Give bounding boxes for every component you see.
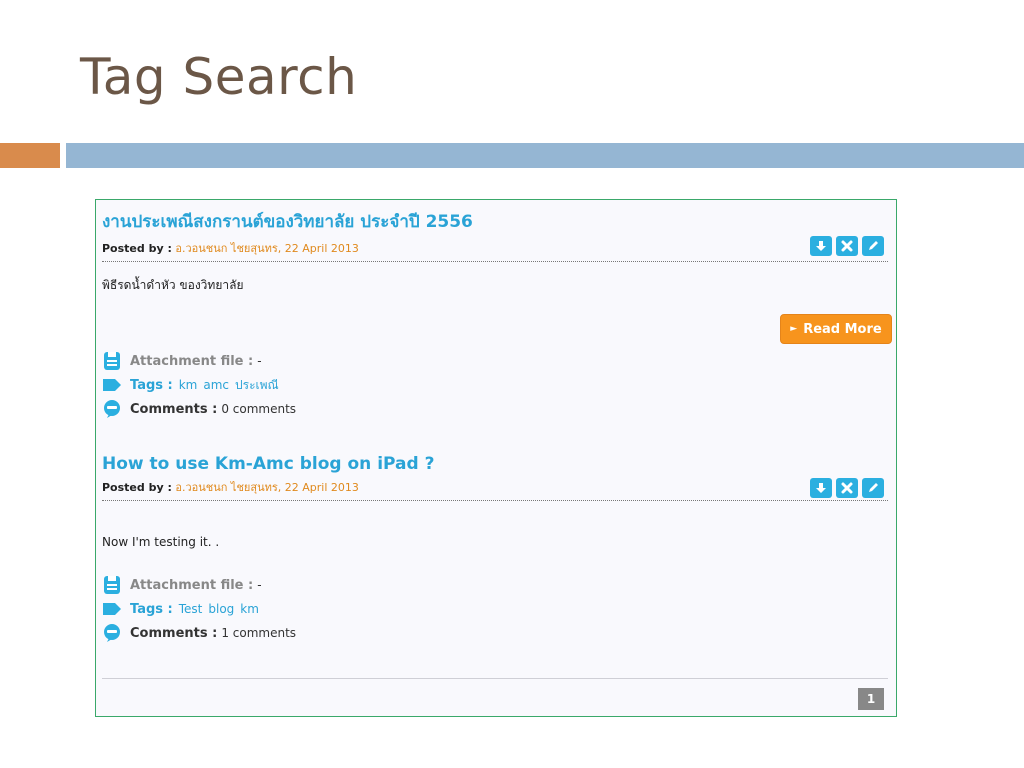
document-icon xyxy=(102,575,122,595)
tag-link[interactable]: blog xyxy=(208,602,234,616)
attachment-value: - xyxy=(257,578,262,592)
attachment-value: - xyxy=(257,354,262,368)
comment-bubble-icon xyxy=(102,399,122,419)
download-icon xyxy=(816,483,826,493)
tag-icon xyxy=(102,375,122,395)
tags-label: Tags : xyxy=(130,377,173,393)
tags-label: Tags : xyxy=(130,601,173,617)
accent-bar-orange xyxy=(0,143,60,168)
pagination-page-1[interactable]: 1 xyxy=(858,688,884,710)
post-actions xyxy=(810,478,884,498)
comment-bubble-icon xyxy=(102,623,122,643)
edit-icon xyxy=(869,483,878,492)
blog-post: งานประเพณีสงกรานต์ของวิทยาลัย ประจำปี 25… xyxy=(102,208,888,295)
posted-by-label: Posted by : xyxy=(102,242,172,255)
posted-by-line: Posted by : อ.วอนชนก ไชยสุนทร, 22 April … xyxy=(102,478,888,496)
edit-button[interactable] xyxy=(862,478,884,498)
download-button[interactable] xyxy=(810,478,832,498)
post-header-divider xyxy=(102,500,888,501)
post-body: Now I'm testing it. . xyxy=(102,535,220,549)
post-header-divider xyxy=(102,261,888,262)
tag-link[interactable]: km xyxy=(240,602,259,616)
comments-row: Comments : 1 comments xyxy=(102,622,296,644)
slide-title: Tag Search xyxy=(80,48,358,106)
attachment-row: Attachment file : - xyxy=(102,574,262,596)
tag-link[interactable]: ประเพณี xyxy=(235,376,279,395)
comments-row: Comments : 0 comments xyxy=(102,398,296,420)
pagination-divider xyxy=(102,678,888,679)
post-body: พิธีรดน้ำดำหัว ของวิทยาลัย xyxy=(102,278,244,292)
arrow-right-icon: ► xyxy=(790,324,798,334)
document-icon xyxy=(102,351,122,371)
edit-icon xyxy=(869,241,878,250)
tag-link[interactable]: amc xyxy=(203,378,229,392)
delete-icon xyxy=(841,240,853,252)
read-more-label: Read More xyxy=(803,321,882,337)
tags-row: Tags : Test blog km xyxy=(102,598,259,620)
comments-label: Comments : xyxy=(130,625,218,641)
tags-row: Tags : km amc ประเพณี xyxy=(102,374,279,396)
attachment-row: Attachment file : - xyxy=(102,350,262,372)
post-title-link[interactable]: How to use Km-Amc blog on iPad ? xyxy=(102,454,888,474)
comments-value[interactable]: 0 comments xyxy=(221,402,296,416)
tag-link[interactable]: Test xyxy=(179,602,203,616)
tag-link[interactable]: km xyxy=(179,378,198,392)
tag-icon xyxy=(102,599,122,619)
delete-button[interactable] xyxy=(836,236,858,256)
read-more-button[interactable]: ► Read More xyxy=(780,314,892,344)
comments-label: Comments : xyxy=(130,401,218,417)
download-button[interactable] xyxy=(810,236,832,256)
accent-bar-blue xyxy=(66,143,1024,168)
comments-value[interactable]: 1 comments xyxy=(221,626,296,640)
posted-by-meta: อ.วอนชนก ไชยสุนทร, 22 April 2013 xyxy=(175,242,359,255)
attachment-label: Attachment file : xyxy=(130,353,254,369)
edit-button[interactable] xyxy=(862,236,884,256)
delete-icon xyxy=(841,482,853,494)
blog-post: How to use Km-Amc blog on iPad ? Posted … xyxy=(102,454,888,549)
post-title-link[interactable]: งานประเพณีสงกรานต์ของวิทยาลัย ประจำปี 25… xyxy=(102,208,888,235)
download-icon xyxy=(816,241,826,251)
posted-by-label: Posted by : xyxy=(102,481,172,494)
attachment-label: Attachment file : xyxy=(130,577,254,593)
blog-screenshot-panel: งานประเพณีสงกรานต์ของวิทยาลัย ประจำปี 25… xyxy=(95,199,897,717)
delete-button[interactable] xyxy=(836,478,858,498)
post-actions xyxy=(810,236,884,256)
posted-by-line: Posted by : อ.วอนชนก ไชยสุนทร, 22 April … xyxy=(102,239,888,257)
posted-by-meta: อ.วอนชนก ไชยสุนทร, 22 April 2013 xyxy=(175,481,359,494)
